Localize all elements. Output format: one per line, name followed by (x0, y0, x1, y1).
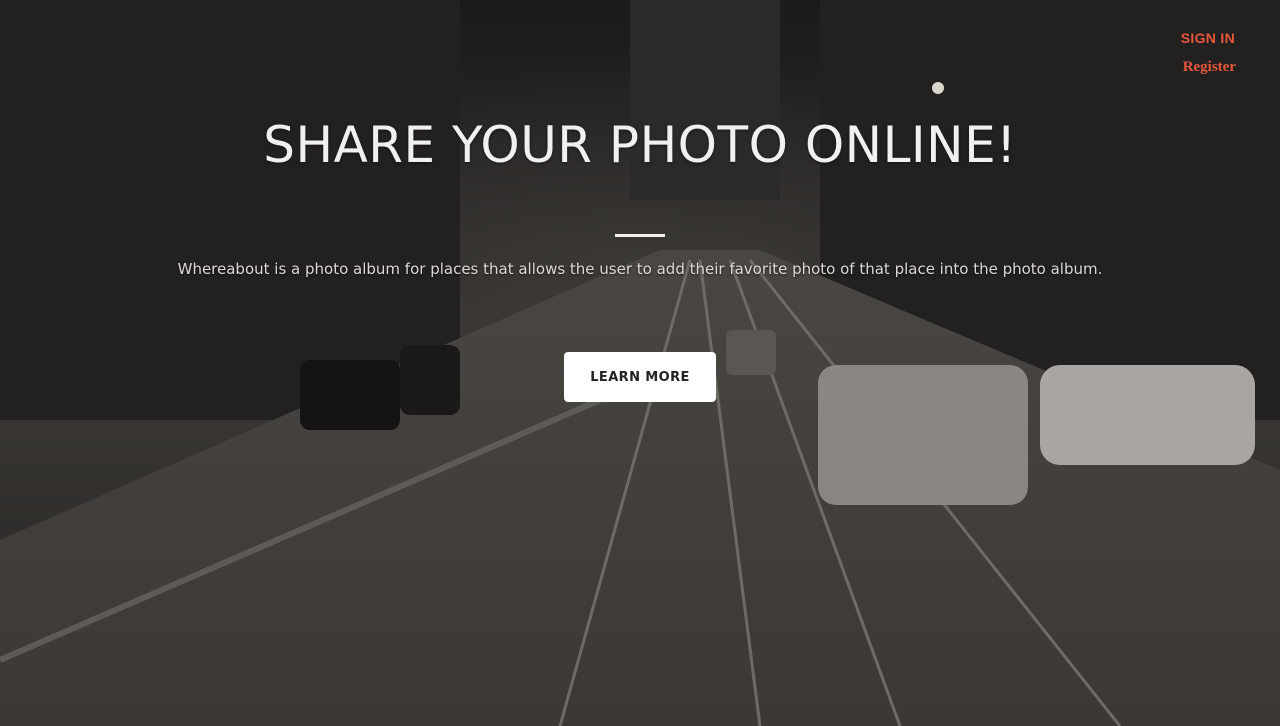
top-nav: SIGN IN Register (1116, 30, 1236, 76)
register-link[interactable]: Register (1116, 59, 1236, 76)
hero-section: SIGN IN Register SHARE YOUR PHOTO ONLINE… (0, 0, 1280, 726)
hero-headline: SHARE YOUR PHOTO ONLINE! (263, 116, 1017, 174)
hero-tagline: Whereabout is a photo album for places t… (177, 260, 1103, 278)
learn-more-button[interactable]: LEARN MORE (564, 352, 716, 402)
headline-divider (615, 234, 665, 237)
sign-in-link[interactable]: SIGN IN (1116, 30, 1235, 46)
